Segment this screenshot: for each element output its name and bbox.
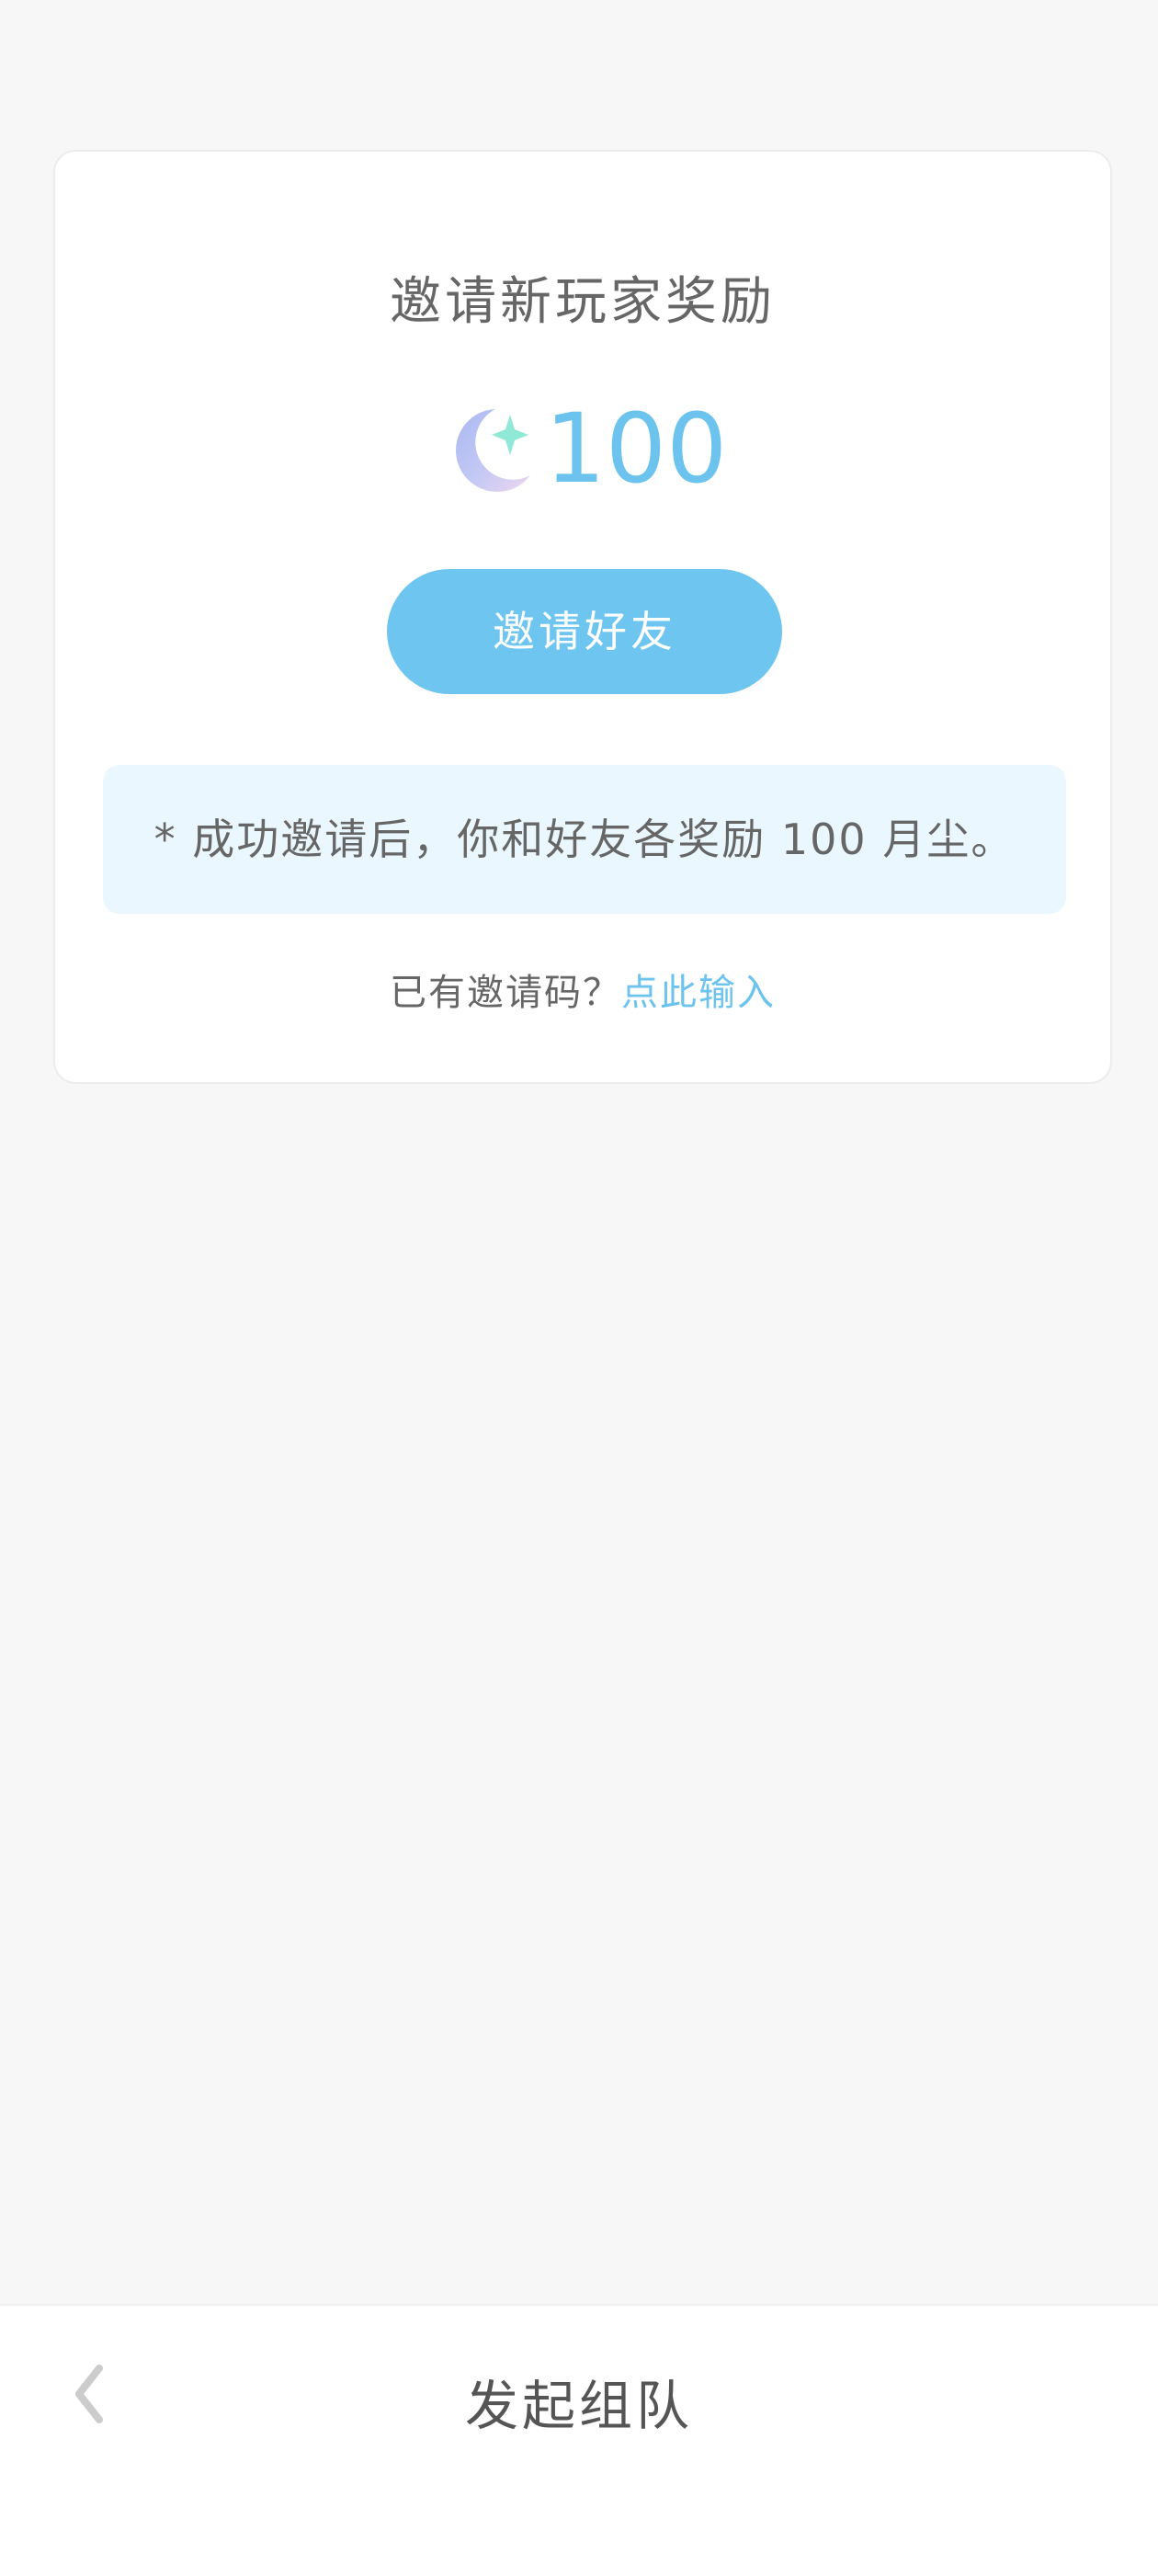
moon-star-icon [455, 409, 530, 492]
reward-row: 100 [55, 398, 1110, 499]
invite-code-prompt: 已有邀请码？ [390, 972, 621, 1014]
invite-code-row: 已有邀请码？点此输入 [55, 963, 1110, 1016]
reward-amount: 100 [544, 393, 728, 505]
bottom-bar-title: 发起组队 [464, 2375, 693, 2437]
reward-notice: * 成功邀请后，你和好友各奖励 100 月尘。 [103, 765, 1066, 914]
card-title: 邀请新玩家奖励 [390, 272, 776, 332]
invite-reward-card: 邀请新玩家奖励 100 邀请好友 * 成功邀请后，你和好友各奖励 100 月尘。… [53, 150, 1112, 1084]
invite-friends-button[interactable]: 邀请好友 [387, 569, 782, 694]
enter-invite-code-link[interactable]: 点此输入 [621, 972, 776, 1014]
bottom-bar: 发起组队 [0, 2304, 1158, 2576]
